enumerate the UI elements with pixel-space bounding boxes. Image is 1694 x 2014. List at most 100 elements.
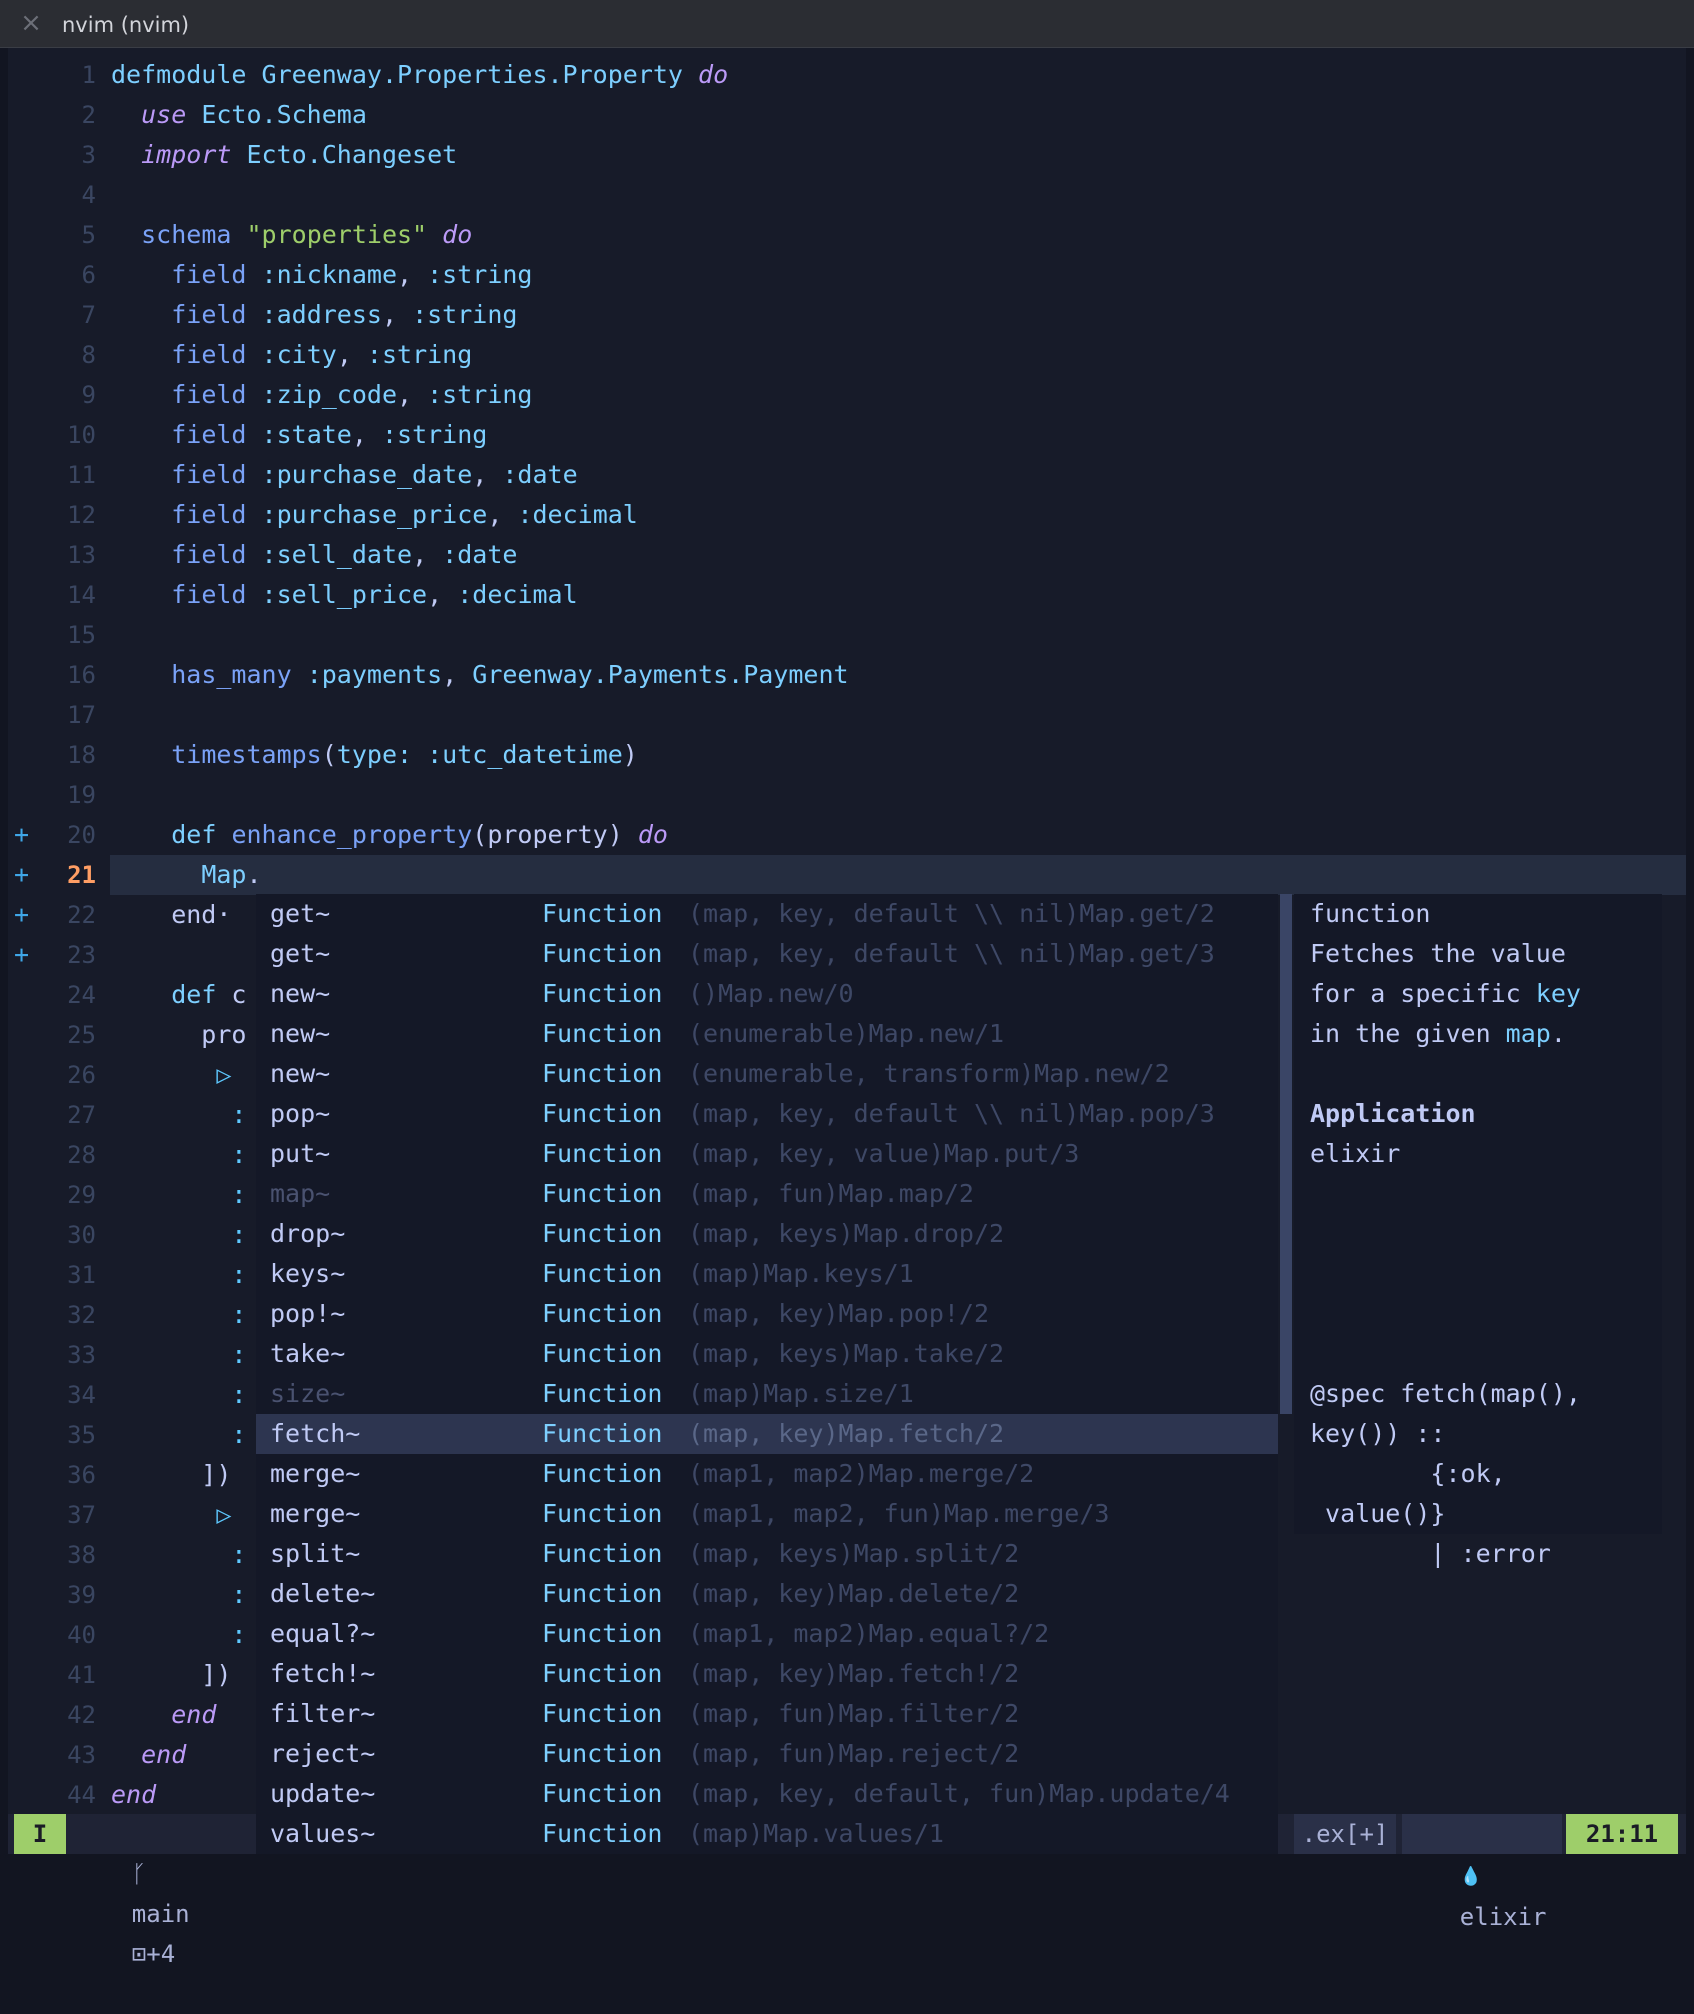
completion-detail: (map)Map.values/1 — [688, 1819, 944, 1848]
code-line[interactable]: +20 def enhance_property(property) do — [8, 815, 1686, 855]
code-line[interactable]: 1 defmodule Greenway.Properties.Property … — [8, 55, 1686, 95]
code-line[interactable]: 5 schema "properties" do — [8, 215, 1686, 255]
completion-detail: (map, key)Map.pop!/2 — [688, 1299, 990, 1328]
code-line[interactable]: +21 Map. — [8, 855, 1686, 895]
code-text: field :sell_date, :date — [111, 535, 517, 575]
line-number: 28 — [67, 1141, 96, 1169]
doc-line: Application — [1310, 1094, 1476, 1134]
code-token: , — [336, 340, 367, 369]
code-text: : — [111, 1575, 246, 1615]
code-token: import — [141, 140, 232, 169]
completion-item[interactable]: values~ Function (map)Map.values/1 — [256, 1814, 1278, 1854]
line-number: 20 — [67, 821, 96, 849]
elixir-drop-icon: 💧 — [1459, 1866, 1483, 1887]
completion-item[interactable]: merge~ Function (map1, map2, fun)Map.merge… — [256, 1494, 1278, 1534]
completion-kind: Function — [542, 1779, 663, 1808]
code-line[interactable]: 2 use Ecto.Schema — [8, 95, 1686, 135]
code-token: :utc_datetime — [427, 740, 623, 769]
code-line[interactable]: 16 has_many :payments, Greenway.Payments… — [8, 655, 1686, 695]
completion-word: new~ — [270, 1019, 331, 1048]
completion-item[interactable]: filter~ Function (map, fun)Map.filter/2 — [256, 1694, 1278, 1734]
doc-text: key()) :: — [1310, 1419, 1446, 1448]
completion-detail: (map, keys)Map.split/2 — [688, 1539, 1020, 1568]
completion-item[interactable]: fetch!~ Function (map, key)Map.fetch!/2 — [256, 1654, 1278, 1694]
completion-scrollbar[interactable] — [1280, 894, 1292, 1414]
completion-item[interactable]: map~ Function (map, fun)Map.map/2 — [256, 1174, 1278, 1214]
code-text: Map. — [111, 855, 261, 895]
completion-word: size~ — [270, 1379, 346, 1408]
code-token: pro — [111, 1020, 247, 1049]
completion-item[interactable]: keys~ Function (map)Map.keys/1 — [256, 1254, 1278, 1294]
line-number: 7 — [81, 301, 96, 329]
completion-item[interactable]: fetch~ Function (map, key)Map.fetch/2 — [256, 1414, 1278, 1454]
code-token: , — [397, 260, 428, 289]
code-line[interactable]: 7 field :address, :string — [8, 295, 1686, 335]
doc-line: elixir — [1310, 1134, 1400, 1174]
completion-item[interactable]: update~ Function (map, key, default, fun)M… — [256, 1774, 1278, 1814]
completion-item[interactable]: get~ Function (map, key, default \\ nil)Ma… — [256, 934, 1278, 974]
completion-word: merge~ — [270, 1459, 361, 1488]
code-line[interactable]: 18 timestamps(type: :utc_datetime) — [8, 735, 1686, 775]
code-line[interactable]: 6 field :nickname, :string — [8, 255, 1686, 295]
completion-word: pop~ — [270, 1099, 331, 1128]
code-line[interactable]: 17 — [8, 695, 1686, 735]
doc-text: Application — [1310, 1099, 1476, 1128]
doc-text: key — [1535, 979, 1581, 1008]
window-title: nvim (nvim) — [62, 13, 190, 37]
completion-item[interactable]: pop!~ Function (map, key)Map.pop!/2 — [256, 1294, 1278, 1334]
code-line[interactable]: 11 field :purchase_date, :date — [8, 455, 1686, 495]
completion-kind: Function — [542, 1699, 663, 1728]
completion-item[interactable]: new~ Function (enumerable)Map.new/1 — [256, 1014, 1278, 1054]
doc-text: value()} — [1310, 1499, 1446, 1528]
file-name: .ex[+] — [1294, 1814, 1396, 1854]
line-number: 31 — [67, 1261, 96, 1289]
code-token: : — [231, 1300, 247, 1329]
code-line[interactable]: 10 field :state, :string — [8, 415, 1686, 455]
code-token: : — [231, 1260, 247, 1289]
completion-item[interactable]: split~ Function (map, keys)Map.split/2 — [256, 1534, 1278, 1574]
code-line[interactable]: 19 — [8, 775, 1686, 815]
completion-word: equal?~ — [270, 1619, 376, 1648]
completion-item[interactable]: get~ Function (map, key, default \\ nil)Ma… — [256, 894, 1278, 934]
completion-menu[interactable]: get~ Function (map, key, default \\ nil)Ma… — [256, 894, 1278, 1854]
completion-item[interactable]: drop~ Function (map, keys)Map.drop/2 — [256, 1214, 1278, 1254]
code-line[interactable]: 4 — [8, 175, 1686, 215]
completion-item[interactable]: take~ Function (map, keys)Map.take/2 — [256, 1334, 1278, 1374]
code-text: use Ecto.Schema — [111, 95, 367, 135]
close-icon[interactable]: × — [18, 10, 44, 36]
cursor-position: 21:11 — [1566, 1814, 1678, 1854]
code-text: : — [111, 1415, 246, 1455]
code-token: , — [472, 460, 503, 489]
code-text: : — [111, 1535, 246, 1575]
code-token: do — [637, 820, 668, 849]
code-line[interactable]: 12 field :purchase_price, :decimal — [8, 495, 1686, 535]
doc-line: {:ok, — [1310, 1454, 1505, 1494]
completion-detail: (map, key)Map.fetch!/2 — [688, 1659, 1020, 1688]
code-line[interactable]: 9 field :zip_code, :string — [8, 375, 1686, 415]
completion-item[interactable]: pop~ Function (map, key, default \\ nil)Ma… — [256, 1094, 1278, 1134]
completion-item[interactable]: size~ Function (map)Map.size/1 — [256, 1374, 1278, 1414]
code-line[interactable]: 14 field :sell_price, :decimal — [8, 575, 1686, 615]
completion-detail: (enumerable)Map.new/1 — [688, 1019, 1005, 1048]
completion-item[interactable]: merge~ Function (map1, map2)Map.merge/2 — [256, 1454, 1278, 1494]
completion-item[interactable]: delete~ Function (map, key)Map.delete/2 — [256, 1574, 1278, 1614]
completion-item[interactable]: equal?~ Function (map1, map2)Map.equal?/2 — [256, 1614, 1278, 1654]
completion-item[interactable]: put~ Function (map, key, value)Map.put/3 — [256, 1134, 1278, 1174]
completion-kind: Function — [542, 1139, 663, 1168]
completion-detail: (map, key, value)Map.put/3 — [688, 1139, 1080, 1168]
completion-item[interactable]: new~ Function (enumerable, transform)Map.n… — [256, 1054, 1278, 1094]
code-text: def c — [111, 975, 246, 1015]
code-line[interactable]: 13 field :sell_date, :date — [8, 535, 1686, 575]
line-number: 14 — [67, 581, 96, 609]
code-line[interactable]: 3 import Ecto.Changeset — [8, 135, 1686, 175]
completion-item[interactable]: reject~ Function (map, fun)Map.reject/2 — [256, 1734, 1278, 1774]
code-line[interactable]: 15 — [8, 615, 1686, 655]
line-number: 37 — [67, 1501, 96, 1529]
line-number: 11 — [67, 461, 96, 489]
code-line[interactable]: 8 field :city, :string — [8, 335, 1686, 375]
completion-item[interactable]: new~ Function ()Map.new/0 — [256, 974, 1278, 1014]
code-token: :zip_code — [261, 380, 398, 409]
